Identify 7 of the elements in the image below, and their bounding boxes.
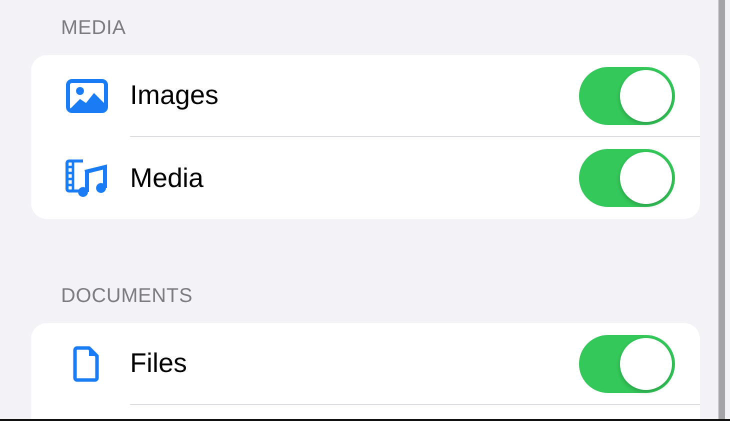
row-label: Images — [130, 80, 219, 111]
section-header: DOCUMENTS — [61, 286, 194, 306]
film-music-icon — [65, 158, 109, 198]
image-icon — [65, 79, 109, 113]
section-header: MEDIA — [61, 18, 127, 38]
row-label: Files — [130, 348, 188, 379]
row-label: Media — [130, 162, 204, 194]
